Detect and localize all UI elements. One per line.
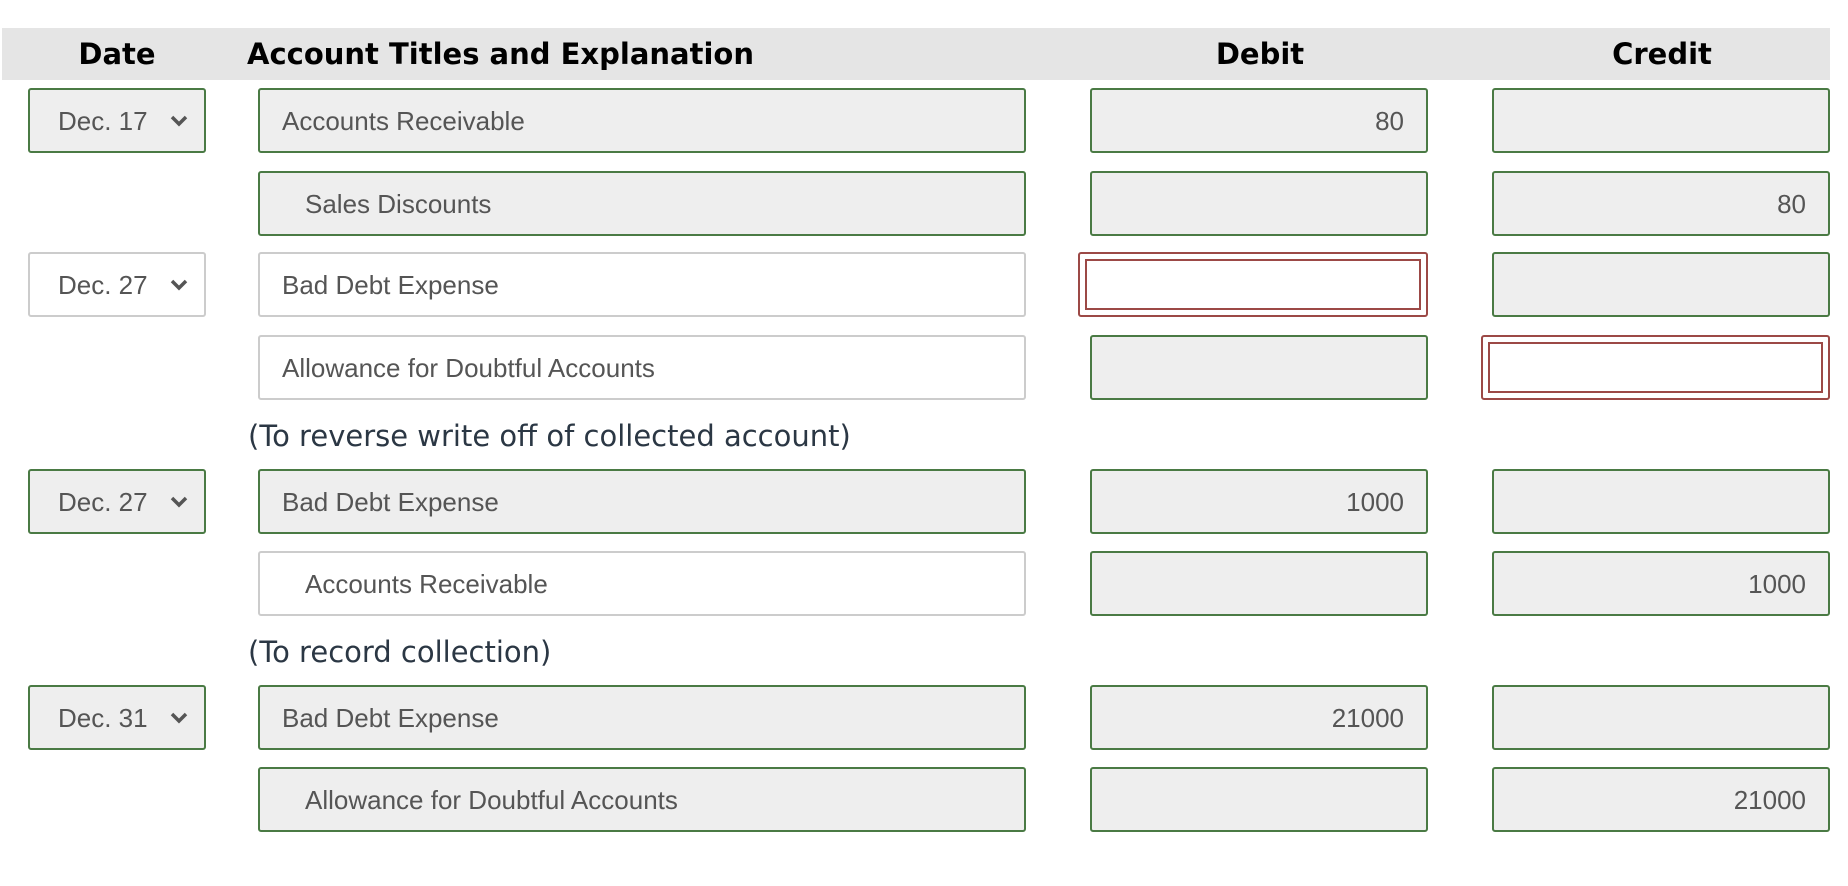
date-select-value: Dec. 31 [58, 703, 148, 733]
header-credit: Credit [1612, 37, 1712, 71]
account-title-input[interactable]: Bad Debt Expense [258, 252, 1026, 317]
credit-input-incorrect[interactable] [1481, 335, 1830, 400]
date-select-value: Dec. 17 [58, 106, 148, 136]
chevron-down-icon [170, 687, 190, 748]
credit-input[interactable]: 80 [1492, 171, 1830, 236]
date-select[interactable]: Dec. 31 [28, 685, 206, 750]
account-title-input[interactable]: Sales Discounts [258, 171, 1026, 236]
credit-input[interactable]: 1000 [1492, 551, 1830, 616]
debit-input[interactable] [1090, 171, 1428, 236]
chevron-down-icon [170, 471, 190, 532]
credit-input[interactable] [1492, 88, 1830, 153]
header-debit: Debit [1215, 37, 1305, 71]
debit-input[interactable] [1090, 767, 1428, 832]
credit-input[interactable] [1492, 469, 1830, 534]
debit-input[interactable] [1090, 551, 1428, 616]
date-select[interactable]: Dec. 27 [28, 252, 206, 317]
debit-input[interactable]: 80 [1090, 88, 1428, 153]
debit-input-incorrect[interactable] [1078, 252, 1428, 317]
account-title-input[interactable]: Bad Debt Expense [258, 685, 1026, 750]
account-title-input[interactable]: Accounts Receivable [258, 551, 1026, 616]
credit-input[interactable]: 21000 [1492, 767, 1830, 832]
credit-input[interactable] [1492, 685, 1830, 750]
chevron-down-icon [170, 90, 190, 151]
error-highlight [1488, 342, 1823, 393]
date-select-value: Dec. 27 [58, 270, 148, 300]
debit-input[interactable] [1090, 335, 1428, 400]
date-select-value: Dec. 27 [58, 487, 148, 517]
chevron-down-icon [170, 254, 190, 315]
debit-input[interactable]: 1000 [1090, 469, 1428, 534]
error-highlight [1085, 259, 1421, 310]
entry-explanation: (To record collection) [248, 635, 552, 669]
debit-input[interactable]: 21000 [1090, 685, 1428, 750]
account-title-input[interactable]: Bad Debt Expense [258, 469, 1026, 534]
entry-explanation: (To reverse write off of collected accou… [248, 419, 851, 453]
date-select[interactable]: Dec. 27 [28, 469, 206, 534]
account-title-input[interactable]: Accounts Receivable [258, 88, 1026, 153]
account-title-input[interactable]: Allowance for Doubtful Accounts [258, 335, 1026, 400]
credit-input[interactable] [1492, 252, 1830, 317]
header-account-titles: Account Titles and Explanation [247, 37, 754, 71]
date-select[interactable]: Dec. 17 [28, 88, 206, 153]
header-date: Date [78, 37, 156, 71]
journal-header: Date Account Titles and Explanation Debi… [2, 28, 1830, 80]
account-title-input[interactable]: Allowance for Doubtful Accounts [258, 767, 1026, 832]
